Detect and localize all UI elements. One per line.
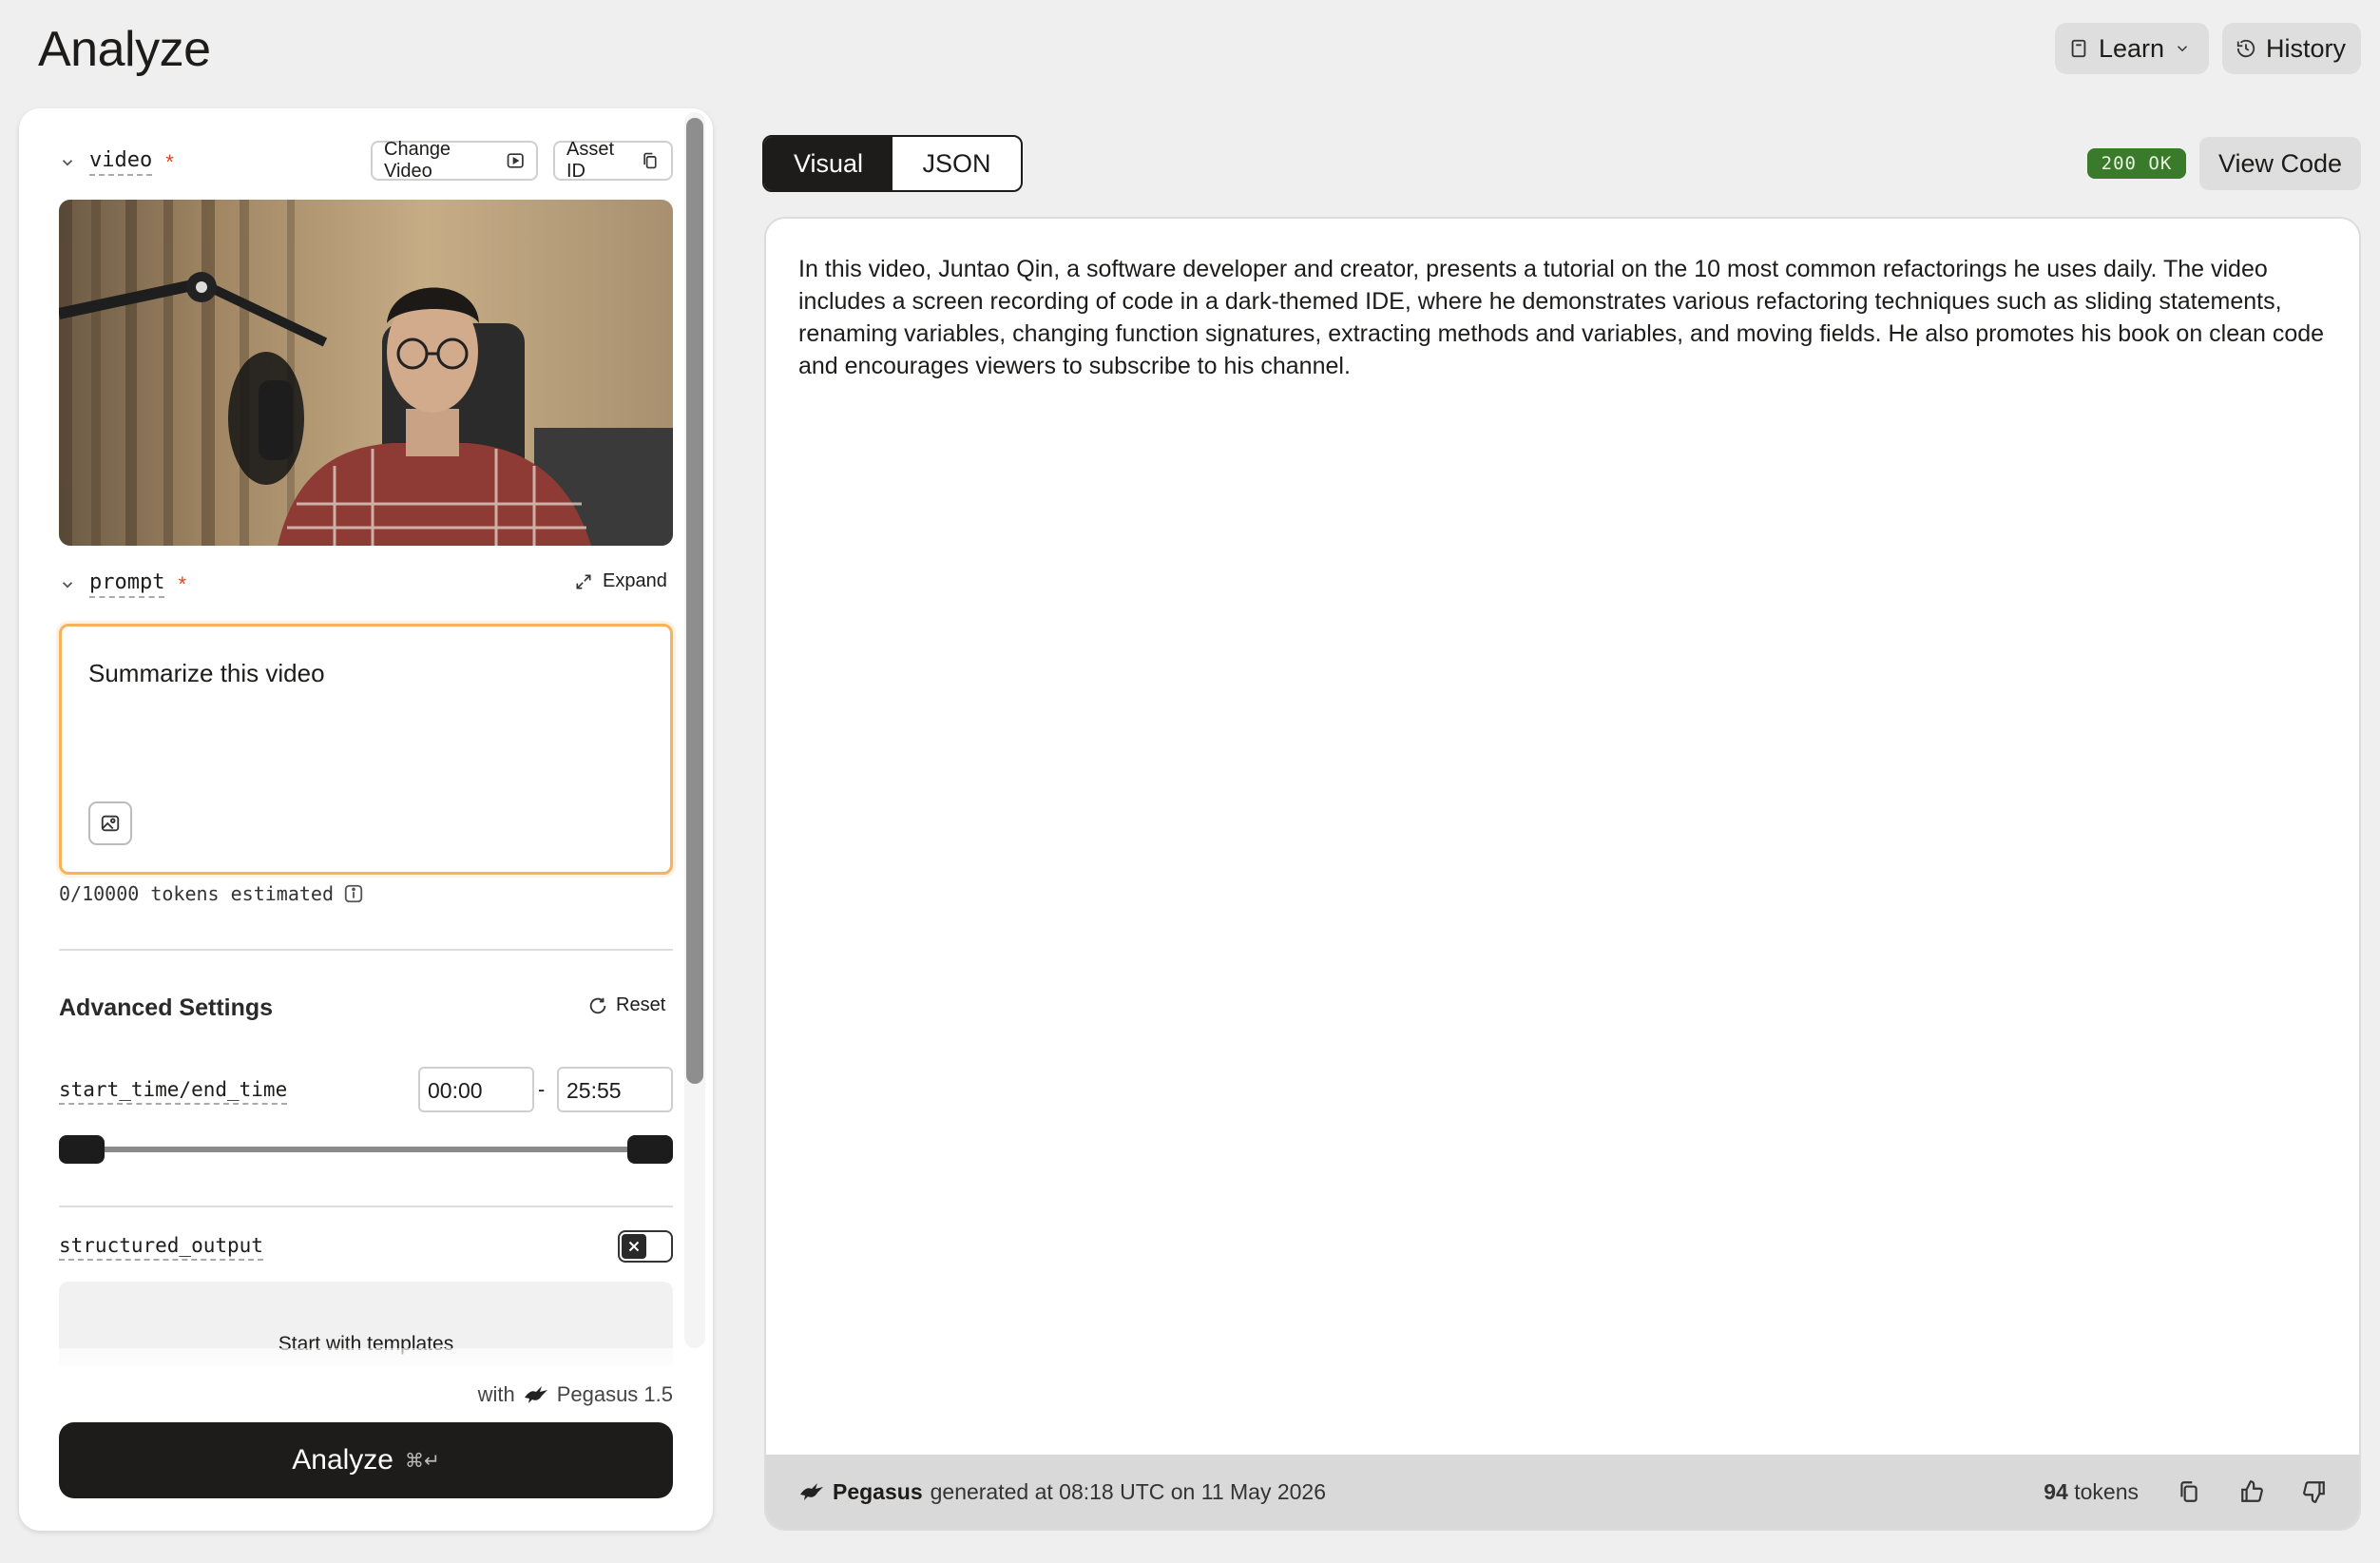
slider-start-handle[interactable] <box>59 1135 105 1164</box>
status-badge: 200 OK <box>2087 148 2186 179</box>
pegasus-icon <box>524 1386 547 1403</box>
asset-id-label: Asset ID <box>566 139 615 182</box>
prompt-value: Summarize this video <box>88 659 325 687</box>
result-model: Pegasus <box>833 1478 923 1504</box>
time-range-label: start_time/end_time <box>59 1078 288 1105</box>
chevron-down-icon <box>2178 46 2188 52</box>
view-toggle: Visual JSON <box>762 135 1023 192</box>
page-title: Analyze <box>38 22 211 77</box>
history-button[interactable]: History <box>2222 23 2361 74</box>
structured-output-toggle[interactable] <box>618 1230 673 1263</box>
prompt-input[interactable]: Summarize this video <box>59 624 673 875</box>
expand-label: Expand <box>603 570 667 591</box>
video-preview-image <box>59 200 673 546</box>
start-time-input[interactable]: 00:00 <box>418 1067 534 1112</box>
keyboard-shortcut: ⌘↵ <box>404 1450 440 1472</box>
model-indicator: with Pegasus 1.5 <box>478 1382 673 1407</box>
reset-label: Reset <box>616 994 666 1015</box>
tab-visual[interactable]: Visual <box>764 137 892 190</box>
scroll-fade <box>19 1348 713 1377</box>
toggle-knob <box>622 1234 646 1259</box>
expand-button[interactable]: Expand <box>574 570 667 592</box>
thumbs-up-icon[interactable] <box>2239 1479 2264 1504</box>
history-icon <box>2236 39 2255 58</box>
info-icon[interactable] <box>343 883 364 904</box>
token-estimate: 0/10000 tokens estimated <box>59 882 364 905</box>
copy-icon[interactable] <box>2177 1479 2201 1504</box>
model-label: Pegasus 1.5 <box>556 1382 673 1406</box>
tab-json[interactable]: JSON <box>892 137 1021 190</box>
video-field-label: video <box>89 148 153 176</box>
change-video-label: Change Video <box>384 139 451 182</box>
result-footer: Pegasus generated at 08:18 UTC on 11 May… <box>766 1455 2359 1529</box>
reset-button[interactable]: Reset <box>587 994 665 1016</box>
time-separator: - <box>538 1077 546 1101</box>
image-icon <box>101 815 120 832</box>
pegasus-icon <box>800 1483 823 1500</box>
time-slider-track[interactable] <box>70 1147 660 1152</box>
asset-id-button[interactable]: Asset ID <box>553 139 673 182</box>
copy-icon <box>643 152 657 169</box>
slider-end-handle[interactable] <box>627 1135 673 1164</box>
close-icon <box>628 1241 640 1252</box>
generated-timestamp: generated at 08:18 UTC on 11 May 2026 <box>930 1478 1327 1504</box>
structured-output-label: structured_output <box>59 1234 263 1261</box>
divider <box>59 1206 673 1207</box>
history-label: History <box>2266 33 2347 63</box>
analyze-label: Analyze <box>292 1444 393 1476</box>
add-image-button[interactable] <box>88 801 132 845</box>
video-field-header[interactable]: video * <box>59 148 174 176</box>
divider <box>59 949 673 951</box>
prompt-field-label: prompt <box>89 570 165 598</box>
reset-icon <box>589 997 606 1013</box>
token-count-label: tokens <box>2074 1478 2139 1504</box>
result-panel: In this video, Juntao Qin, a software de… <box>764 217 2361 1531</box>
result-text: In this video, Juntao Qin, a software de… <box>798 256 2325 379</box>
token-count-value: 94 <box>2044 1478 2068 1504</box>
panel-scrollbar[interactable] <box>686 118 703 1084</box>
change-video-button[interactable]: Change Video <box>371 139 538 182</box>
thumbs-down-icon[interactable] <box>2302 1479 2327 1504</box>
chevron-down-icon <box>62 581 73 589</box>
analyze-button[interactable]: Analyze ⌘↵ <box>59 1422 673 1498</box>
end-time-input[interactable]: 25:55 <box>557 1067 673 1112</box>
learn-label: Learn <box>2099 33 2165 63</box>
advanced-settings-title: Advanced Settings <box>59 994 274 1021</box>
expand-icon <box>576 574 591 589</box>
chevron-down-icon <box>62 159 73 166</box>
with-label: with <box>477 1382 515 1406</box>
required-mark: * <box>178 571 187 596</box>
video-change-icon <box>507 153 524 168</box>
token-count: 94 tokens <box>2044 1479 2139 1505</box>
prompt-field-header[interactable]: prompt * <box>59 570 186 598</box>
book-icon <box>2071 39 2086 58</box>
learn-button[interactable]: Learn <box>2055 23 2209 74</box>
view-code-button[interactable]: View Code <box>2199 137 2361 190</box>
video-thumbnail[interactable] <box>59 200 673 546</box>
token-estimate-text: 0/10000 tokens estimated <box>59 882 334 905</box>
required-mark: * <box>165 149 174 174</box>
